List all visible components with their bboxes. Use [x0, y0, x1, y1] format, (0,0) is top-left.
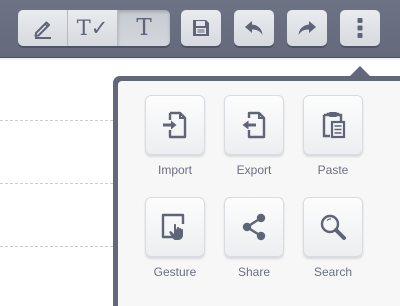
canvas-rule-line	[0, 246, 118, 247]
text-button[interactable]: T	[118, 10, 170, 46]
share-button[interactable]	[224, 197, 284, 257]
menu-item-label: Share	[237, 265, 271, 279]
toolbar-shadow	[0, 57, 400, 61]
export-button[interactable]	[224, 95, 284, 155]
share-icon	[239, 212, 269, 242]
gesture-button[interactable]	[145, 197, 205, 257]
more-vertical-icon	[356, 17, 364, 39]
undo-button[interactable]	[234, 10, 274, 46]
import-icon	[160, 110, 190, 140]
menu-item-share[interactable]: Share	[222, 197, 286, 279]
text-check-button[interactable]: T✓	[68, 10, 118, 46]
menu-item-label: Paste	[317, 163, 349, 177]
more-button[interactable]	[340, 10, 380, 46]
paste-icon	[318, 110, 348, 140]
paste-button[interactable]	[303, 95, 363, 155]
redo-button[interactable]	[287, 10, 327, 46]
pencil-button[interactable]	[18, 10, 68, 46]
more-menu-panel: Import Export Paste Gesture Share Search	[118, 81, 400, 306]
save-icon	[190, 17, 212, 39]
more-menu-popover: Import Export Paste Gesture Share Search	[113, 76, 400, 306]
save-button[interactable]	[181, 10, 221, 46]
canvas-rule-line	[0, 120, 118, 121]
menu-item-import[interactable]: Import	[143, 95, 207, 177]
search-button[interactable]	[303, 197, 363, 257]
menu-item-gesture[interactable]: Gesture	[143, 197, 207, 279]
import-button[interactable]	[145, 95, 205, 155]
top-toolbar: T✓ T	[0, 0, 400, 58]
export-icon	[239, 110, 269, 140]
search-icon	[318, 212, 348, 242]
undo-icon	[242, 16, 266, 40]
redo-icon	[295, 16, 319, 40]
text-icon: T	[136, 14, 152, 41]
menu-item-label: Gesture	[153, 265, 197, 279]
menu-item-export[interactable]: Export	[222, 95, 286, 177]
text-check-icon: T✓	[76, 15, 109, 40]
menu-item-label: Search	[313, 265, 353, 279]
menu-item-paste[interactable]: Paste	[301, 95, 365, 177]
text-mode-segmented-control: T✓ T	[18, 10, 170, 46]
menu-item-label: Export	[236, 163, 272, 177]
menu-item-label: Import	[157, 163, 192, 177]
menu-item-search[interactable]: Search	[301, 197, 365, 279]
canvas-rule-line	[0, 183, 118, 184]
gesture-icon	[159, 211, 191, 243]
pencil-icon	[31, 16, 55, 40]
